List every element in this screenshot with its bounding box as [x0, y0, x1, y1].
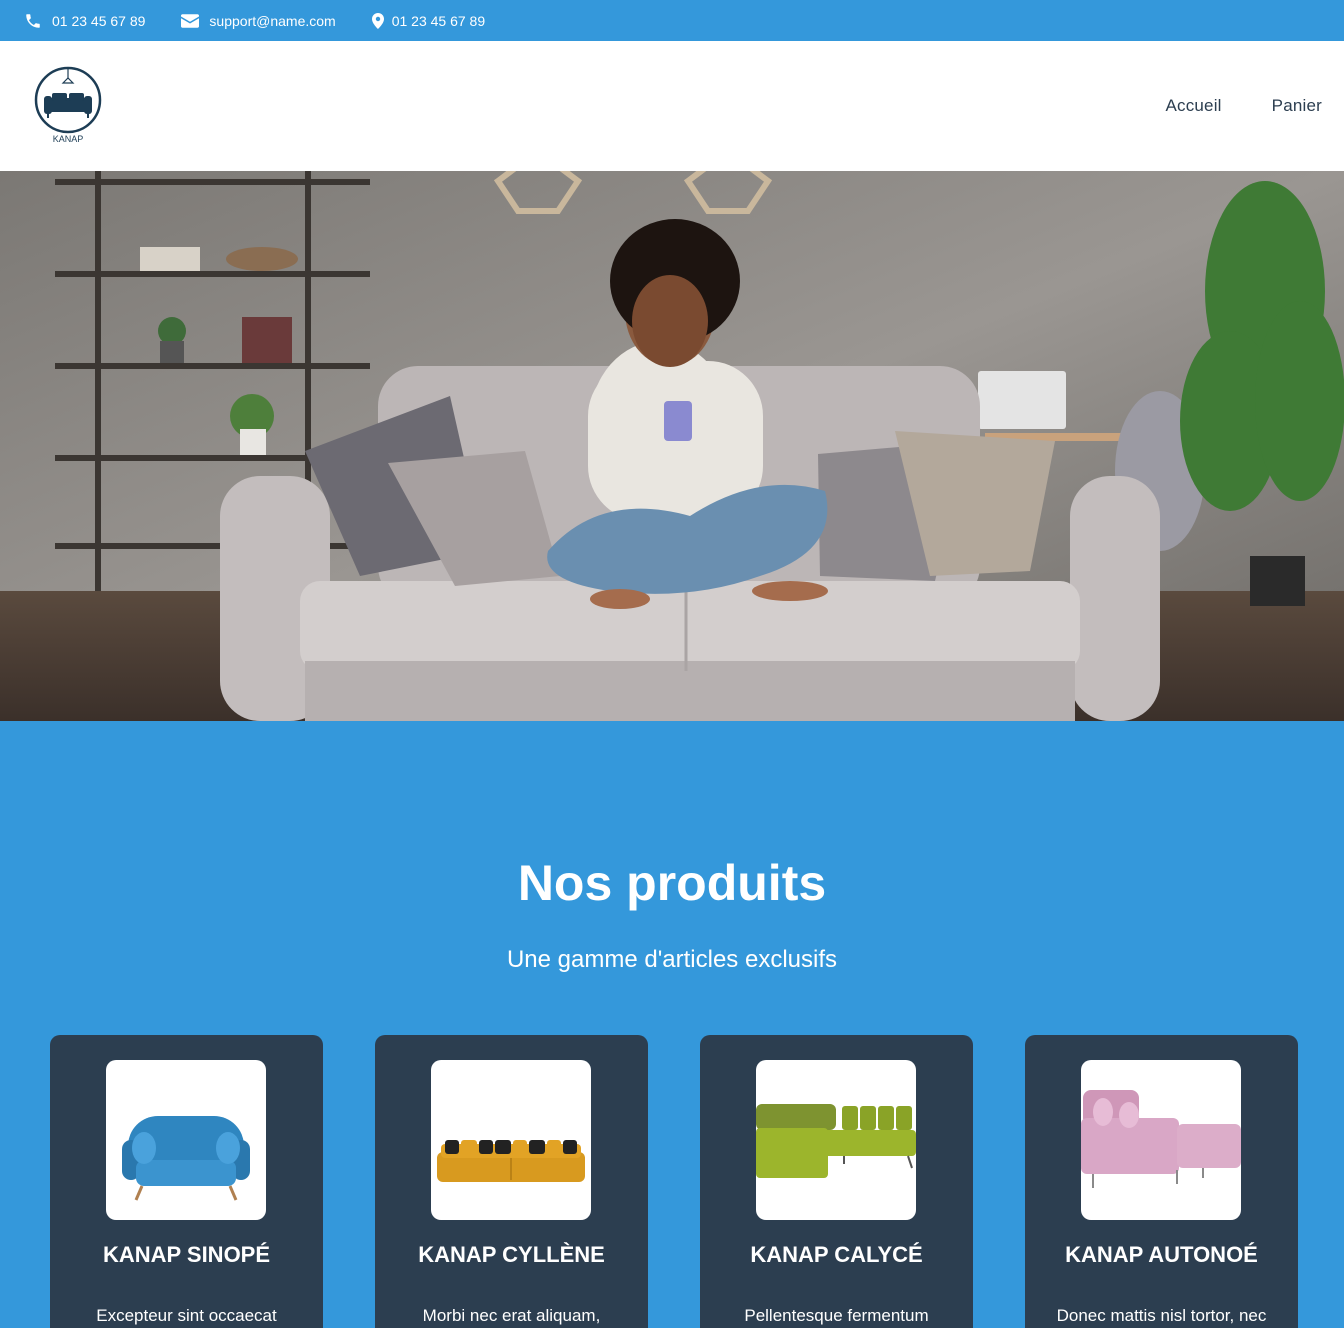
products-section: Nos produits Une gamme d'articles exclus… — [0, 721, 1344, 1328]
product-card-calyce[interactable]: KANAP CALYCÉ Pellentesque fermentum — [700, 1035, 973, 1328]
address-text: 01 23 45 67 89 — [391, 12, 486, 29]
phone-contact[interactable]: 01 23 45 67 89 — [24, 12, 145, 30]
product-image-autonoe[interactable] — [1081, 1060, 1241, 1220]
main-nav: Accueil Panier — [1115, 96, 1322, 116]
product-image-sinope[interactable] — [106, 1060, 266, 1220]
product-card-cyllene[interactable]: KANAP CYLLÈNE Morbi nec erat aliquam, — [375, 1035, 648, 1328]
product-name: KANAP CYLLÈNE — [418, 1242, 605, 1267]
logo-text: KANAP — [53, 134, 84, 144]
product-card-autonoe[interactable]: KANAP AUTONOÉ Donec mattis nisl tortor, … — [1025, 1035, 1298, 1328]
product-description: Morbi nec erat aliquam, — [422, 1306, 601, 1325]
nav-link-accueil[interactable]: Accueil — [1165, 96, 1221, 116]
envelope-icon — [181, 13, 200, 28]
product-name: KANAP CALYCÉ — [750, 1242, 923, 1267]
email-address: support@name.com — [209, 12, 336, 29]
product-name: KANAP SINOPÉ — [102, 1242, 271, 1267]
product-description: Pellentesque fermentum — [744, 1306, 929, 1325]
phone-icon — [26, 13, 40, 28]
address-contact[interactable]: 01 23 45 67 89 — [371, 12, 486, 29]
product-card-sinope[interactable]: KANAP SINOPÉ Excepteur sint occaecat — [50, 1035, 323, 1328]
hero-banner-image — [0, 171, 1344, 721]
map-pin-icon — [371, 12, 384, 29]
products-title: Nos produits — [517, 855, 827, 911]
product-description: Donec mattis nisl tortor, nec — [1056, 1306, 1267, 1325]
top-contact-bar: 01 23 45 67 89 support@name.com 01 23 45… — [0, 0, 1344, 41]
nav-link-panier[interactable]: Panier — [1272, 96, 1322, 116]
product-cards: KANAP SINOPÉ Excepteur sint occaecat KAN… — [50, 1035, 1298, 1328]
products-subtitle: Une gamme d'articles exclusifs — [506, 946, 838, 973]
product-image-cyllene[interactable] — [431, 1060, 591, 1220]
phone-number: 01 23 45 67 89 — [52, 12, 146, 29]
product-image-calyce[interactable] — [756, 1060, 916, 1220]
product-name: KANAP AUTONOÉ — [1065, 1242, 1258, 1267]
kanap-logo[interactable]: KANAP — [34, 65, 102, 147]
product-description: Excepteur sint occaecat — [96, 1306, 277, 1325]
email-contact[interactable]: support@name.com — [181, 12, 336, 29]
site-header: KANAP Accueil Panier — [0, 41, 1344, 171]
